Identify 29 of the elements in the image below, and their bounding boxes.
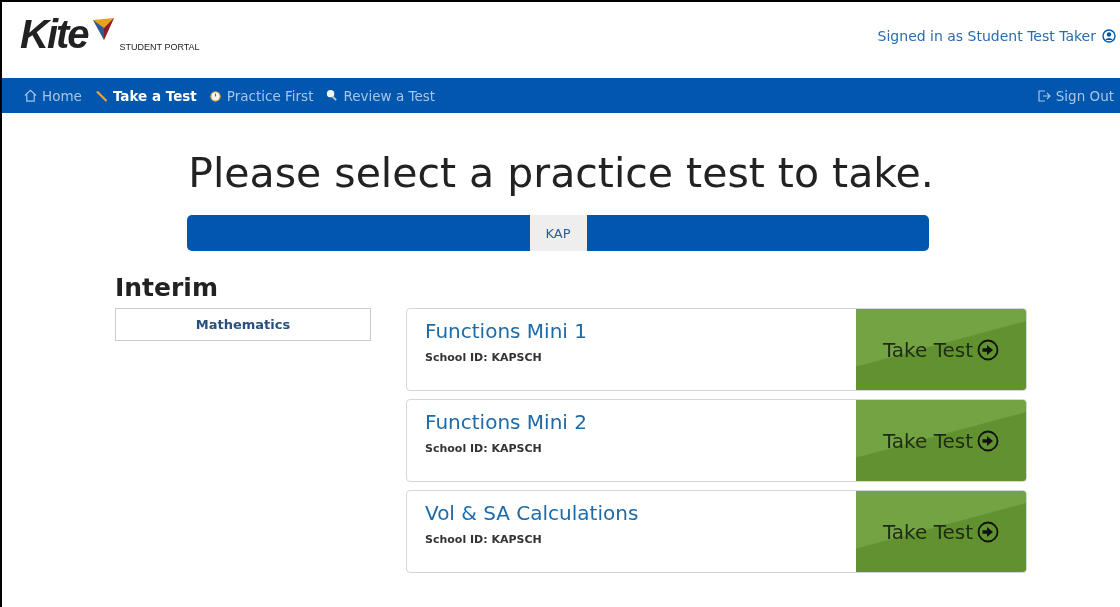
school-id: School ID: KAPSCH (425, 351, 543, 364)
nav-link[interactable]: Review a Test (325, 87, 436, 104)
logo-subtitle: STUDENT PORTAL (119, 42, 200, 52)
nav-link[interactable]: Practice First (208, 87, 314, 104)
sign-out-link[interactable]: Sign Out (1037, 87, 1114, 104)
user-icon[interactable] (1102, 29, 1116, 43)
page-heading: Please select a practice test to take. (188, 149, 934, 197)
signed-in-text: Signed in as Student Test Taker (877, 28, 1096, 44)
arrow-circle-icon (977, 338, 1000, 361)
test-name: Functions Mini 1 (425, 319, 588, 343)
subject-tab[interactable]: Mathematics (115, 308, 371, 341)
nav-link[interactable]: Take a Test (93, 87, 197, 104)
home-icon (24, 89, 37, 102)
magnifier-icon (325, 89, 339, 102)
take-test-button[interactable]: Take Test (856, 400, 1026, 481)
test-name: Vol & SA Calculations (425, 501, 640, 525)
take-test-button[interactable]: Take Test (856, 491, 1026, 572)
school-id: School ID: KAPSCH (425, 442, 543, 455)
sign-out-icon (1037, 89, 1051, 102)
clock-icon (208, 89, 222, 102)
section-title: Interim (115, 273, 219, 302)
tab[interactable]: KAP (529, 215, 587, 251)
arrow-circle-icon (977, 520, 1000, 543)
logo-text: Kite (20, 12, 88, 56)
test-name: Functions Mini 2 (425, 410, 588, 434)
arrow-circle-icon (977, 429, 1000, 452)
take-test-button[interactable]: Take Test (856, 309, 1026, 390)
school-id: School ID: KAPSCH (425, 533, 543, 546)
nav-link[interactable]: Home (24, 87, 82, 104)
